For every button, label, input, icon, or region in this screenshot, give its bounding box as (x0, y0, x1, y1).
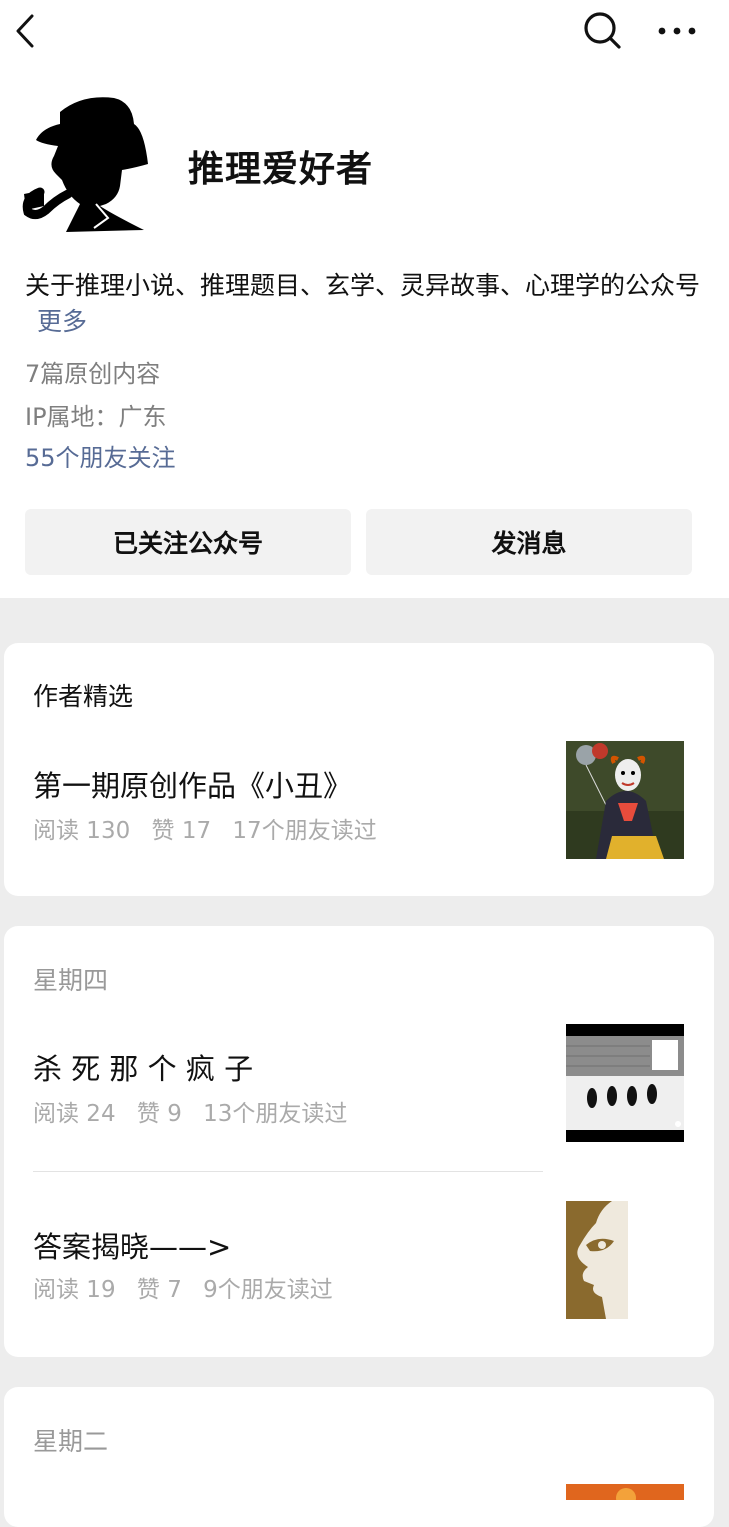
article-item[interactable]: 杀 死 那 个 疯 子 阅读 24 赞 9 13个朋友读过 (4, 926, 714, 1172)
message-button[interactable]: 发消息 (366, 509, 692, 575)
friends-following-link[interactable]: 55个朋友关注 (25, 438, 176, 473)
article-thumbnail (566, 1024, 684, 1142)
follow-button[interactable]: 已关注公众号 (25, 509, 351, 575)
like-count: 赞 7 (136, 1277, 182, 1303)
friends-read: 13个朋友读过 (203, 1101, 348, 1127)
day-group-card: 星期四 杀 死 那 个 疯 子 阅读 24 赞 9 13个朋友读过 答案揭晓——… (4, 926, 714, 1357)
article-meta: 阅读 19 赞 7 9个朋友读过 (33, 1270, 347, 1304)
account-description: 关于推理小说、推理题目、玄学、灵异故事、心理学的公众号更多 (25, 268, 705, 340)
search-icon[interactable] (582, 10, 622, 50)
article-meta: 阅读 24 赞 9 13个朋友读过 (33, 1094, 361, 1128)
article-title: 杀 死 那 个 疯 子 (33, 1052, 254, 1086)
description-text: 关于推理小说、推理题目、玄学、灵异故事、心理学的公众号 (25, 271, 701, 300)
article-item[interactable]: 答案揭晓——> 阅读 19 赞 7 9个朋友读过 (4, 1172, 714, 1357)
like-count: 赞 17 (151, 818, 212, 844)
friends-read: 9个朋友读过 (203, 1277, 333, 1303)
more-link[interactable]: 更多 (37, 307, 87, 336)
back-arrow-icon[interactable] (12, 12, 42, 50)
article-meta: 阅读 130 赞 17 17个朋友读过 (33, 811, 391, 845)
read-count: 阅读 19 (33, 1277, 116, 1303)
more-dots-icon[interactable] (655, 16, 699, 46)
read-count: 阅读 130 (33, 818, 131, 844)
original-count: 7篇原创内容 (25, 360, 161, 388)
account-avatar[interactable] (22, 94, 154, 234)
day-label: 星期二 (33, 1427, 109, 1456)
featured-card: 作者精选 第一期原创作品《小丑》 阅读 130 赞 17 17个朋友读过 (4, 643, 714, 896)
read-count: 阅读 24 (33, 1101, 116, 1127)
article-thumbnail (566, 1484, 684, 1500)
account-name: 推理爱好者 (188, 149, 374, 190)
ip-location: IP属地：广东 (25, 403, 167, 431)
profile-header: 推理爱好者 关于推理小说、推理题目、玄学、灵异故事、心理学的公众号更多 7篇原创… (0, 0, 729, 598)
article-item[interactable]: 第一期原创作品《小丑》 阅读 130 赞 17 17个朋友读过 (4, 643, 714, 896)
article-thumbnail (566, 1201, 684, 1319)
day-group-card: 星期二 (4, 1387, 714, 1527)
article-title: 第一期原创作品《小丑》 (33, 769, 353, 803)
article-thumbnail (566, 741, 684, 859)
friends-read: 17个朋友读过 (232, 818, 377, 844)
like-count: 赞 9 (136, 1101, 182, 1127)
article-title: 答案揭晓——> (33, 1230, 232, 1264)
